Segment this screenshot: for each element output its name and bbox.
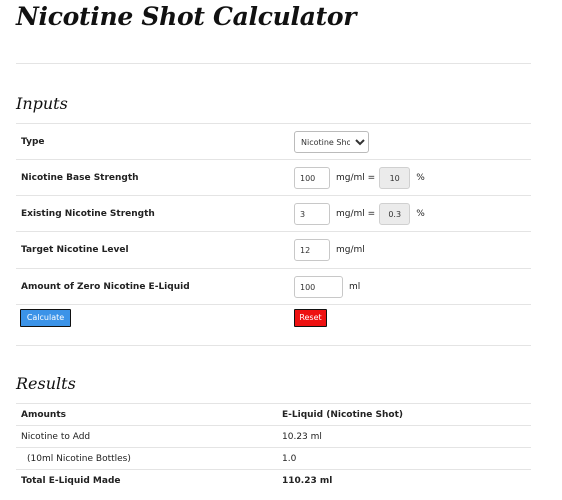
existing-strength-label: Existing Nicotine Strength [21, 209, 155, 219]
table-row: Nicotine to Add 10.23 ml [16, 425, 531, 447]
type-row: Type Nicotine Shot [16, 123, 531, 159]
existing-strength-unit: mg/ml = [336, 209, 376, 219]
table-row: Total E-Liquid Made 110.23 ml [16, 469, 531, 491]
existing-strength-input[interactable] [294, 203, 330, 225]
type-select[interactable]: Nicotine Shot [294, 131, 369, 153]
calculate-button[interactable]: Calculate [20, 309, 71, 327]
result-label: Total E-Liquid Made [21, 476, 121, 486]
target-level-label: Target Nicotine Level [21, 245, 129, 255]
results-heading: Results [16, 374, 76, 393]
target-level-row: Target Nicotine Level mg/ml [16, 231, 531, 267]
existing-strength-percent-unit: % [416, 209, 425, 219]
inputs-heading: Inputs [16, 94, 68, 113]
type-label: Type [21, 137, 45, 147]
result-value: 1.0 [282, 454, 297, 464]
table-row: (10ml Nicotine Bottles) 1.0 [16, 447, 531, 469]
zero-nicotine-label: Amount of Zero Nicotine E-Liquid [21, 282, 190, 292]
result-label: Nicotine to Add [21, 432, 91, 442]
target-level-unit: mg/ml [336, 245, 365, 255]
results-header-amounts: Amounts [21, 410, 66, 420]
divider [16, 63, 531, 64]
actions-row [16, 304, 531, 346]
target-level-input[interactable] [294, 239, 330, 261]
result-value: 10.23 ml [282, 432, 322, 442]
base-strength-row: Nicotine Base Strength mg/ml = % [16, 159, 531, 195]
base-strength-percent [379, 167, 411, 189]
zero-nicotine-unit: ml [349, 282, 361, 292]
zero-nicotine-input[interactable] [294, 276, 343, 298]
results-header-row: Amounts E-Liquid (Nicotine Shot) [16, 403, 531, 425]
base-strength-input[interactable] [294, 167, 330, 189]
reset-button[interactable]: Reset [294, 309, 327, 327]
base-strength-label: Nicotine Base Strength [21, 173, 139, 183]
zero-nicotine-row: Amount of Zero Nicotine E-Liquid ml [16, 268, 531, 304]
existing-strength-row: Existing Nicotine Strength mg/ml = % [16, 195, 531, 231]
results-header-eliquid: E-Liquid (Nicotine Shot) [282, 410, 403, 420]
base-strength-unit: mg/ml = [336, 173, 376, 183]
result-label: (10ml Nicotine Bottles) [27, 454, 131, 464]
existing-strength-percent [379, 203, 411, 225]
result-value: 110.23 ml [282, 476, 333, 486]
page-title: Nicotine Shot Calculator [16, 2, 357, 31]
base-strength-percent-unit: % [416, 173, 425, 183]
